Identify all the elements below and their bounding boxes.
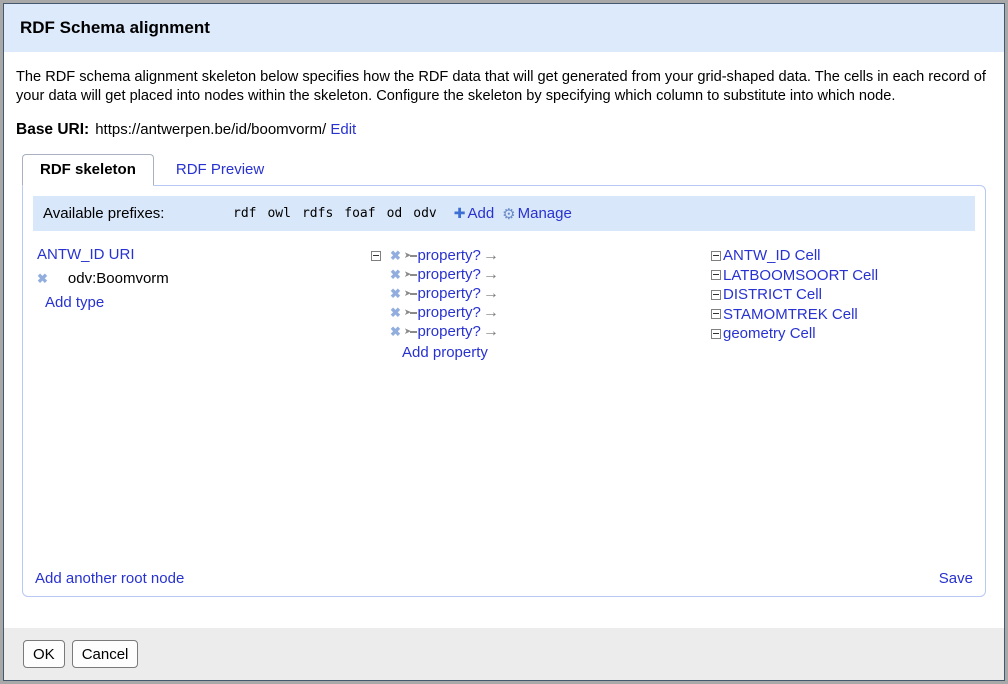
manage-prefixes-link[interactable]: ⚙ Manage (502, 205, 572, 223)
prefix-item: rdfs (301, 206, 334, 221)
cancel-button[interactable]: Cancel (71, 640, 139, 668)
arrow-head-icon: → (482, 322, 499, 340)
description-text: The RDF schema alignment skeleton below … (16, 69, 986, 104)
property-link[interactable]: property? (417, 285, 480, 302)
rdf-skeleton-panel: Available prefixes: rdf owl rdfs foaf od… (22, 185, 986, 597)
add-prefix-link[interactable]: ✚ Add (454, 205, 494, 222)
root-type-row: ✖ odv:Boomvorm (37, 270, 371, 287)
property-link[interactable]: property? (417, 304, 480, 321)
tab-rdf-skeleton[interactable]: RDF skeleton (22, 154, 154, 186)
cell-node-link[interactable]: DISTRICT Cell (723, 286, 822, 303)
ok-button[interactable]: OK (23, 640, 65, 668)
property-link[interactable]: property? (417, 247, 480, 264)
root-node-link[interactable]: ANTW_ID URI (37, 246, 135, 263)
dialog-frame: RDF Schema alignment The RDF schema alig… (0, 0, 1008, 684)
delete-type-x-icon[interactable]: ✖ (37, 272, 48, 285)
dialog-footer: OK Cancel (4, 628, 1004, 680)
property-link[interactable]: property? (417, 323, 480, 340)
collapse-box-minus-icon[interactable] (711, 250, 721, 261)
cell-nodes-column: ANTW_ID Cell LATBOOMSOORT Cell DISTRICT … (711, 246, 975, 361)
dialog-body: The RDF schema alignment skeleton below … (4, 52, 1004, 628)
prefix-item: odv (413, 206, 437, 221)
arrow-dash (410, 273, 418, 276)
cell-node-link[interactable]: ANTW_ID Cell (723, 247, 821, 264)
prefix-item: od (386, 206, 403, 221)
tab-bar: RDF skeleton RDF Preview (22, 154, 994, 186)
property-row: ✖ ➤ property? → (371, 303, 711, 322)
property-row: ✖ ➤ property? → (371, 322, 711, 341)
collapse-box-minus-icon[interactable] (371, 250, 381, 261)
collapse-box-minus-icon[interactable] (711, 309, 721, 320)
dialog-titlebar: RDF Schema alignment (4, 4, 1004, 52)
base-uri-label: Base URI: (16, 121, 90, 138)
add-type-link[interactable]: Add type (45, 294, 104, 311)
delete-property-x-icon[interactable]: ✖ (390, 287, 401, 300)
delete-property-x-icon[interactable]: ✖ (390, 306, 401, 319)
save-link[interactable]: Save (939, 570, 973, 587)
add-root-node-link[interactable]: Add another root node (35, 570, 184, 587)
property-row: ✖ ➤ property? → (371, 284, 711, 303)
cell-node-row: ANTW_ID Cell (711, 246, 975, 266)
plus-icon: ✚ (453, 205, 466, 221)
arrow-dash (410, 311, 418, 314)
cell-node-row: DISTRICT Cell (711, 285, 975, 305)
edit-base-uri-link[interactable]: Edit (330, 121, 356, 138)
cell-node-link[interactable]: geometry Cell (723, 325, 816, 342)
prefix-item: foaf (344, 206, 376, 221)
collapse-box-minus-icon[interactable] (711, 328, 721, 339)
delete-property-x-icon[interactable]: ✖ (390, 249, 401, 262)
collapse-box-minus-icon[interactable] (711, 270, 721, 281)
collapse-box-minus-icon[interactable] (711, 289, 721, 300)
cell-node-row: LATBOOMSOORT Cell (711, 266, 975, 286)
rdf-schema-dialog: RDF Schema alignment The RDF schema alig… (4, 4, 1004, 680)
arrow-dash (410, 330, 418, 333)
tab-rdf-preview[interactable]: RDF Preview (154, 155, 286, 185)
cell-node-link[interactable]: LATBOOMSOORT Cell (723, 267, 878, 284)
property-link[interactable]: property? (417, 266, 480, 283)
properties-column: ✖ ➤ property? → ✖ ➤ property? → ✖ ➤ prop… (371, 246, 711, 361)
root-type-label: odv:Boomvorm (67, 270, 169, 287)
gear-icon: ⚙ (502, 205, 516, 223)
cell-node-row: STAMOMTREK Cell (711, 305, 975, 325)
skeleton-tree: ANTW_ID URI ✖ odv:Boomvorm Add type ✖ ➤ … (35, 246, 975, 361)
add-prefix-label: Add (467, 205, 495, 222)
property-row: ✖ ➤ property? → (371, 265, 711, 284)
prefix-item: rdf (233, 206, 257, 221)
cell-node-row: geometry Cell (711, 324, 975, 344)
arrow-head-icon: → (482, 246, 499, 264)
add-property-link[interactable]: Add property (402, 344, 488, 361)
arrow-head-icon: → (482, 303, 499, 321)
dialog-title: RDF Schema alignment (20, 18, 210, 37)
available-prefixes-bar: Available prefixes: rdf owl rdfs foaf od… (33, 196, 975, 231)
prefix-item: owl (267, 206, 291, 221)
arrow-dash (410, 292, 418, 295)
delete-property-x-icon[interactable]: ✖ (390, 268, 401, 281)
base-uri-row: Base URI: https://antwerpen.be/id/boomvor… (16, 121, 992, 139)
delete-property-x-icon[interactable]: ✖ (390, 325, 401, 338)
manage-prefixes-label: Manage (517, 205, 572, 222)
available-prefixes-label: Available prefixes: (43, 205, 165, 222)
property-row: ✖ ➤ property? → (371, 246, 711, 265)
arrow-head-icon: → (482, 265, 499, 283)
arrow-head-icon: → (482, 284, 499, 302)
base-uri-value: https://antwerpen.be/id/boomvorm/ (95, 121, 327, 138)
root-node-column: ANTW_ID URI ✖ odv:Boomvorm Add type (35, 246, 371, 361)
cell-node-link[interactable]: STAMOMTREK Cell (723, 306, 858, 323)
arrow-dash (410, 254, 418, 257)
